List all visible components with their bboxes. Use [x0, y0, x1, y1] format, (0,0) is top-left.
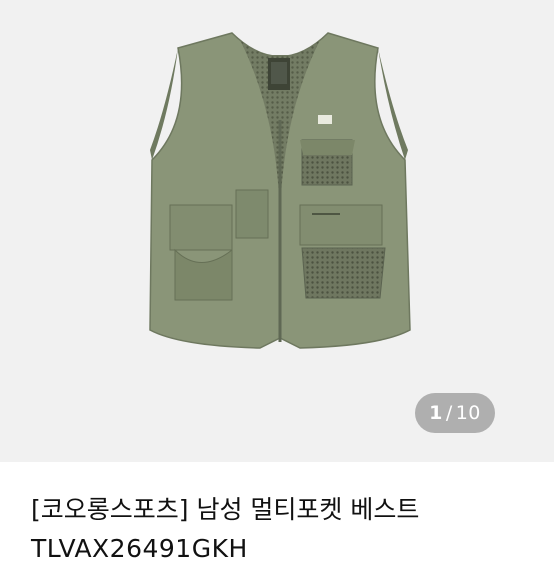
total-page-count: 10 [455, 402, 481, 424]
current-page-number: 1 [429, 402, 443, 424]
product-code: TLVAX26491GKH [31, 534, 248, 563]
image-page-counter: 1/10 [415, 393, 495, 433]
product-title: [코오롱스포츠] 남성 멀티포켓 베스트 [31, 495, 420, 524]
page-separator: / [445, 402, 453, 424]
product-image-gallery[interactable]: 1/10 [0, 0, 554, 462]
